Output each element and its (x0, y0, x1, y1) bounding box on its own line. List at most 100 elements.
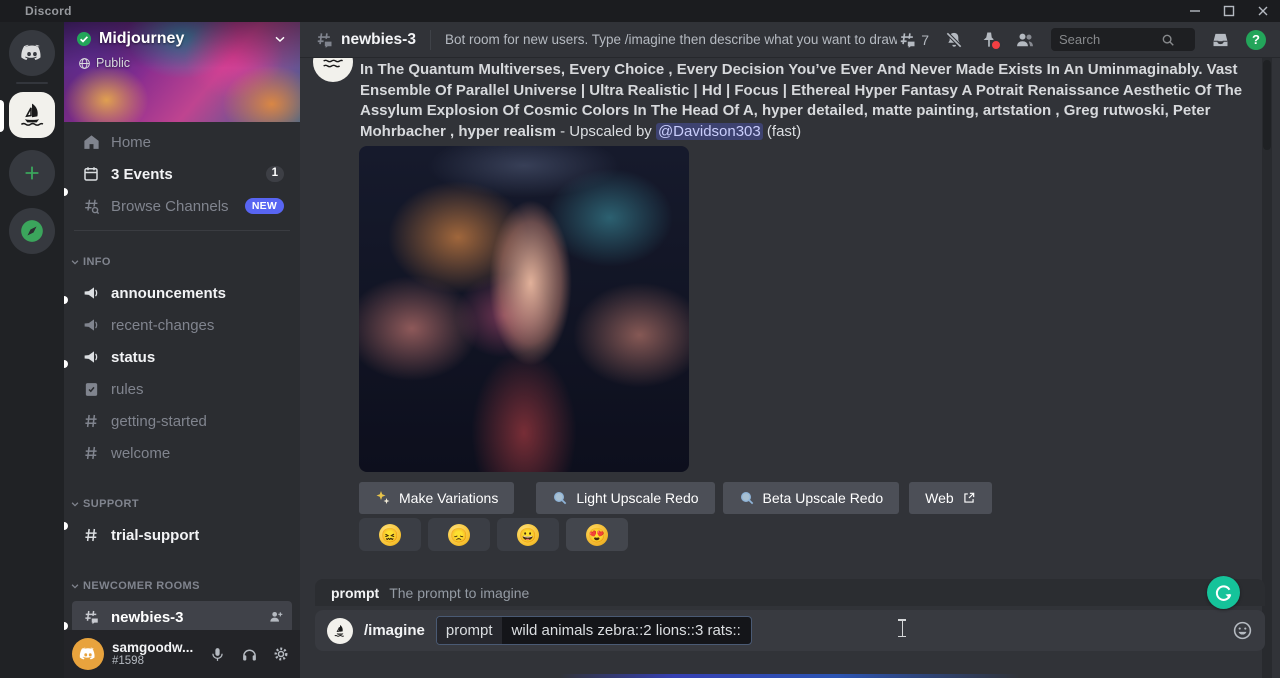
compass-icon (19, 218, 45, 244)
message-text-line: Mohrbacher , hyper realism - Upscaled by… (360, 122, 1262, 143)
message-text-line: In The Quantum Multiverses, Every Choice… (360, 60, 1262, 81)
web-button[interactable]: Web (909, 482, 992, 514)
add-server-button[interactable] (9, 150, 55, 196)
search-icon (1161, 33, 1175, 47)
bot-avatar[interactable] (313, 58, 353, 82)
maximize-icon (1223, 5, 1235, 17)
confounded-emoji: 😖 (379, 524, 401, 546)
deafen-button[interactable] (238, 643, 260, 665)
question-mark-glyph: ? (1252, 32, 1260, 47)
plus-icon (21, 162, 43, 184)
sidebar-channel-trial-support[interactable]: trial-support (72, 519, 292, 551)
search-input[interactable] (1057, 31, 1161, 48)
grinning-emoji: 😀 (517, 524, 539, 546)
hash-icon (80, 526, 102, 544)
notification-settings-button[interactable] (944, 30, 964, 50)
verified-badge-icon (76, 31, 92, 47)
rail-divider (16, 82, 48, 84)
message: In The Quantum Multiverses, Every Choice… (360, 60, 1262, 142)
attachment-image[interactable] (359, 146, 689, 472)
channel-sidebar: Midjourney Public Home 3 Events 1 Browse… (64, 22, 300, 678)
explore-servers-button[interactable] (9, 208, 55, 254)
light-upscale-redo-button[interactable]: Light Upscale Redo (536, 482, 714, 514)
channel-topic[interactable]: Bot room for new users. Type /imagine th… (445, 32, 897, 47)
chevron-down-icon (70, 257, 80, 267)
sparkles-icon (375, 490, 391, 506)
server-name: Midjourney (99, 30, 184, 48)
magnifier-icon (739, 490, 755, 506)
pinned-messages-button[interactable] (979, 30, 999, 50)
grammarly-icon[interactable] (1207, 576, 1240, 609)
help-button[interactable]: ? (1246, 30, 1266, 50)
selected-server-indicator (0, 100, 4, 132)
window-maximize-button[interactable] (1212, 0, 1246, 22)
user-panel: samgoodw... #1598 (64, 630, 300, 678)
sidebar-channel-rules[interactable]: rules (72, 373, 292, 405)
threads-button[interactable]: 7 (897, 30, 929, 50)
message-input-bar[interactable]: /imagine prompt wild animals zebra::2 li… (315, 610, 1265, 651)
globe-icon (78, 57, 91, 70)
server-icon-midjourney[interactable] (9, 92, 55, 138)
magnifier-icon (552, 490, 568, 506)
server-header[interactable]: Midjourney (76, 30, 288, 48)
channel-hash-icon (314, 30, 334, 50)
server-rail (0, 22, 64, 678)
user-settings-button[interactable] (270, 643, 292, 665)
app-title: Discord (25, 4, 72, 18)
sidebar-item-events[interactable]: 3 Events 1 (72, 158, 292, 190)
create-invite-icon[interactable] (268, 609, 284, 625)
close-icon (1257, 5, 1269, 17)
section-header-info[interactable]: INFO (64, 239, 300, 277)
external-link-icon (962, 491, 976, 505)
sidebar-channel-announcements[interactable]: announcements (72, 277, 292, 309)
option-value[interactable]: wild animals zebra::2 lions::3 rats:: (502, 622, 751, 639)
window-close-button[interactable] (1246, 0, 1280, 22)
smiley-icon (1232, 620, 1253, 641)
text-cursor (897, 619, 907, 637)
make-variations-button[interactable]: Make Variations (359, 482, 514, 514)
bell-slash-icon (944, 30, 964, 50)
grammarly-arrow (1214, 583, 1233, 602)
window-minimize-button[interactable] (1178, 0, 1212, 22)
user-avatar[interactable] (72, 638, 104, 670)
sidebar-channel-welcome[interactable]: welcome (72, 437, 292, 469)
megaphone-icon (80, 284, 102, 302)
section-header-support[interactable]: SUPPORT (64, 481, 300, 519)
reaction-grinning[interactable]: 😀 (497, 518, 559, 551)
sidebar-channel-newbies-3[interactable]: newbies-3 (72, 601, 292, 633)
user-mention[interactable]: @Davidson303 (656, 123, 763, 140)
emoji-picker-button[interactable] (1232, 620, 1253, 641)
bot-avatar-small (327, 618, 353, 644)
sailboat-icon (15, 98, 49, 132)
beta-upscale-redo-button[interactable]: Beta Upscale Redo (723, 482, 900, 514)
calendar-icon (80, 165, 102, 183)
window-titlebar: Discord (0, 0, 1280, 22)
megaphone-icon (80, 316, 102, 334)
section-header-newcomer-rooms[interactable]: NEWCOMER ROOMS (64, 563, 300, 601)
discord-home-button[interactable] (9, 30, 55, 76)
reaction-heart-eyes[interactable]: 😍 (566, 518, 628, 551)
scrollbar-thumb[interactable] (1263, 60, 1271, 150)
user-info[interactable]: samgoodw... #1598 (112, 640, 193, 669)
sidebar-channel-getting-started[interactable]: getting-started (72, 405, 292, 437)
new-badge: NEW (245, 198, 284, 215)
sailboat-icon (331, 622, 349, 640)
mute-microphone-button[interactable] (206, 643, 228, 665)
member-list-button[interactable] (1014, 30, 1036, 50)
minimize-icon (1189, 5, 1201, 17)
channel-header: newbies-3 Bot room for new users. Type /… (300, 22, 1280, 58)
sidebar-channel-status[interactable]: status (72, 341, 292, 373)
sidebar-item-home[interactable]: Home (72, 126, 292, 158)
search-box[interactable] (1051, 28, 1195, 51)
command-option-pill[interactable]: prompt wild animals zebra::2 lions::3 ra… (436, 616, 752, 645)
sidebar-item-browse-channels[interactable]: Browse Channels NEW (72, 190, 292, 222)
megaphone-icon (80, 348, 102, 366)
disappointed-emoji: 😞 (448, 524, 470, 546)
slash-command: /imagine (364, 622, 425, 639)
sidebar-divider (74, 230, 290, 231)
inbox-button[interactable] (1210, 30, 1231, 50)
reaction-disappointed[interactable]: 😞 (428, 518, 490, 551)
reaction-confounded[interactable]: 😖 (359, 518, 421, 551)
sidebar-channel-recent-changes[interactable]: recent-changes (72, 309, 292, 341)
sailboat-icon (318, 58, 348, 82)
